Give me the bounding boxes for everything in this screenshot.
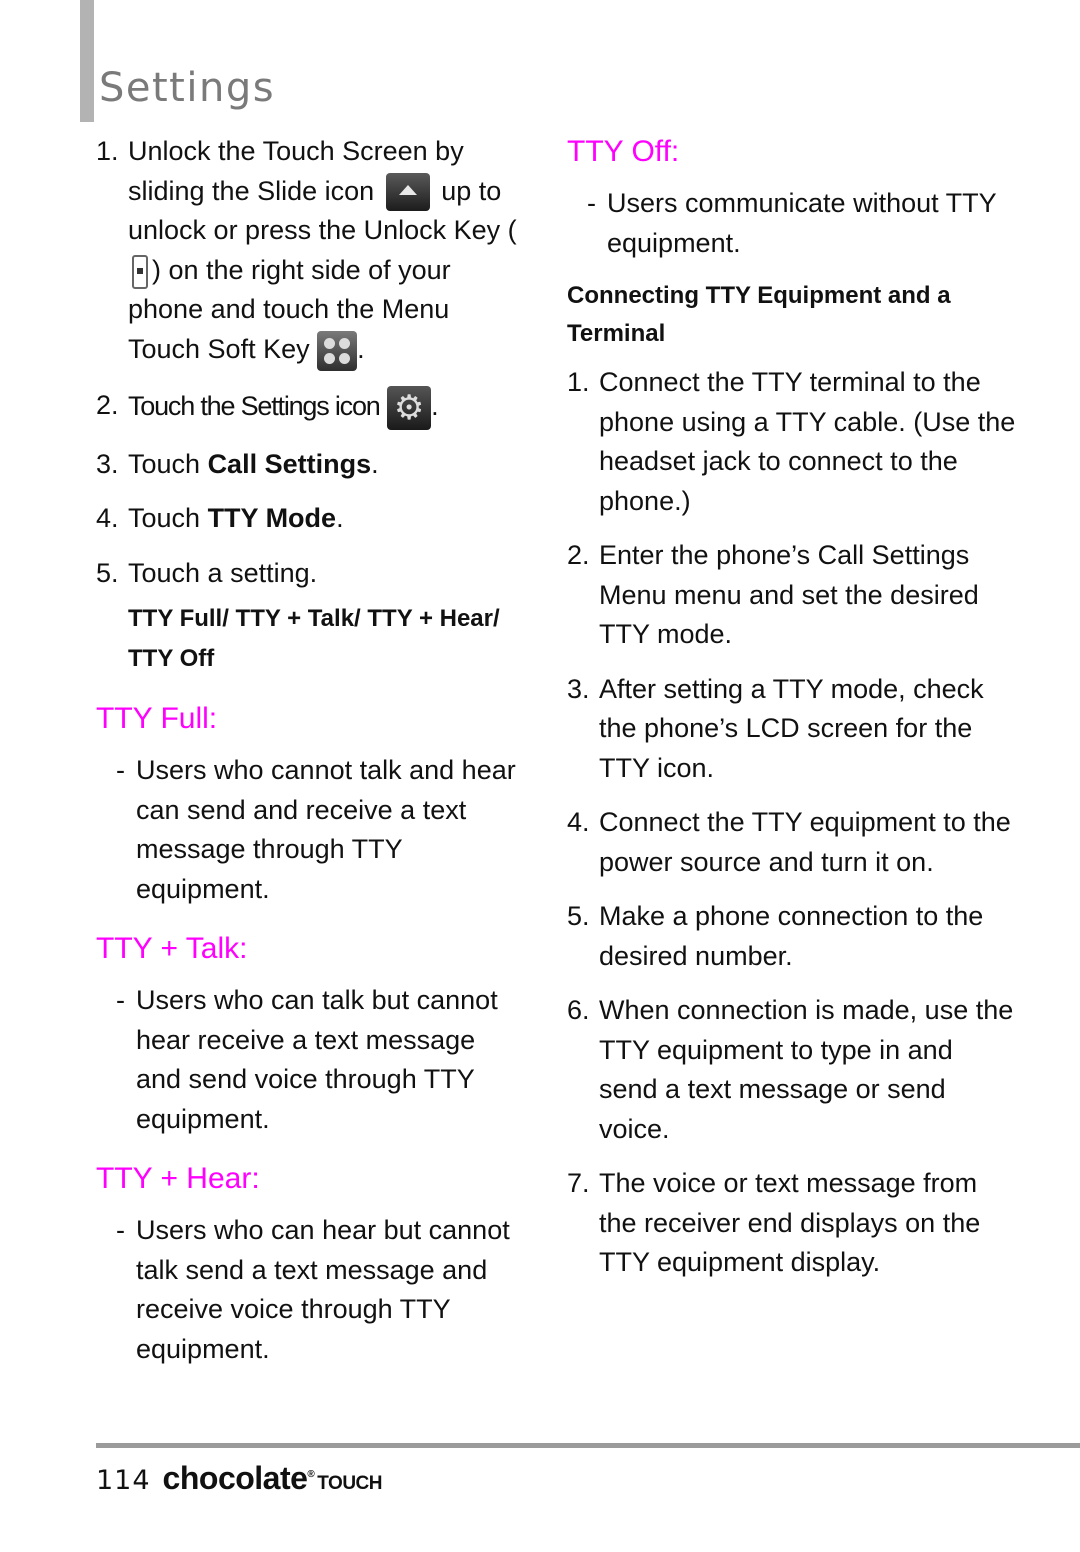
- step-text: After setting a TTY mode, check the phon…: [599, 673, 984, 783]
- step-number: 7.: [567, 1168, 590, 1198]
- step-number: 3.: [96, 448, 119, 479]
- menu-icon: [317, 330, 358, 371]
- left-column: 1. Unlock the Touch Screen by sliding th…: [96, 132, 526, 1369]
- setting-options: TTY Full/ TTY + Talk/ TTY + Hear/ TTY Of…: [128, 605, 500, 673]
- step-5: 5. Touch a setting.: [96, 554, 526, 594]
- step-text: Touch Call Settings.: [128, 448, 379, 479]
- step-text: Connect the TTY terminal to the phone us…: [599, 367, 1016, 516]
- step-number: 1.: [567, 367, 590, 397]
- step-3: 3. Touch Call Settings.: [96, 445, 526, 485]
- tty-hear-description: - Users who can hear but cannot talk send…: [116, 1215, 510, 1364]
- step-4: 4. Touch TTY Mode.: [96, 499, 526, 539]
- tty-hear-heading: TTY + Hear:: [96, 1162, 260, 1196]
- step-text: Enter the phone’s Call Settings Menu men…: [599, 540, 979, 649]
- step-text: Connect the TTY equipment to the power s…: [599, 807, 1011, 877]
- tty-off-heading: TTY Off:: [567, 135, 680, 168]
- connecting-heading: Connecting TTY Equipment and a Terminal: [567, 282, 951, 347]
- tty-talk-description: - Users who can talk but cannot hear rece…: [116, 985, 498, 1134]
- step-text: Touch the Settings icon ⚙.: [128, 385, 526, 430]
- step-number: 4.: [567, 807, 590, 837]
- connecting-step: 6. When connection is made, use the TTY e…: [567, 991, 1017, 1149]
- step-text: Touch a setting.: [128, 557, 318, 588]
- page-title: Settings: [99, 64, 276, 111]
- connecting-step: 4. Connect the TTY equipment to the power…: [567, 803, 1017, 882]
- connecting-step: 5. Make a phone connection to the desired…: [567, 897, 1017, 976]
- step-text: The voice or text message from the recei…: [599, 1168, 981, 1277]
- connecting-step: 1. Connect the TTY terminal to the phone …: [567, 363, 1017, 521]
- connecting-step: 7. The voice or text message from the rec…: [567, 1164, 1017, 1283]
- footer-rule: [96, 1443, 1080, 1448]
- settings-gear-icon: ⚙: [387, 385, 432, 430]
- right-column: TTY Off: - Users communicate without TTY …: [567, 132, 1017, 1298]
- step-text: Make a phone connection to the desired n…: [599, 901, 984, 971]
- connecting-steps: 1. Connect the TTY terminal to the phone …: [567, 363, 1017, 1283]
- step-number: 2.: [567, 540, 590, 570]
- step-number: 6.: [567, 995, 590, 1025]
- step-number: 5.: [96, 557, 119, 588]
- connecting-step: 3. After setting a TTY mode, check the ph…: [567, 670, 1017, 789]
- unlock-key-icon: [132, 254, 148, 289]
- brand-logo: chocolate® TOUCH: [162, 1460, 383, 1496]
- tty-off-description: - Users communicate without TTY equipment…: [587, 188, 997, 258]
- step-2: 2. Touch the Settings icon ⚙.: [96, 385, 526, 430]
- step-number: 1.: [96, 136, 119, 166]
- tty-full-description: - Users who cannot talk and hear can send…: [116, 755, 516, 904]
- step-number: 3.: [567, 673, 590, 704]
- step-number: 5.: [567, 901, 590, 931]
- step-text: When connection is made, use the TTY equ…: [599, 995, 1014, 1144]
- header-bar: [80, 0, 94, 122]
- slide-icon: [385, 173, 430, 212]
- step-number: 2.: [96, 389, 119, 420]
- step-1: 1. Unlock the Touch Screen by sliding th…: [96, 132, 526, 371]
- page-number: 114: [96, 1465, 151, 1496]
- tty-full-heading: TTY Full:: [96, 702, 218, 736]
- tty-talk-heading: TTY + Talk:: [96, 932, 248, 966]
- step-text: Touch TTY Mode.: [128, 503, 344, 534]
- step-number: 4.: [96, 503, 119, 534]
- connecting-step: 2. Enter the phone’s Call Settings Menu m…: [567, 536, 1017, 655]
- step-text: Unlock the Touch Screen by sliding the S…: [128, 132, 526, 371]
- footer: 114 chocolate® TOUCH: [96, 1460, 383, 1497]
